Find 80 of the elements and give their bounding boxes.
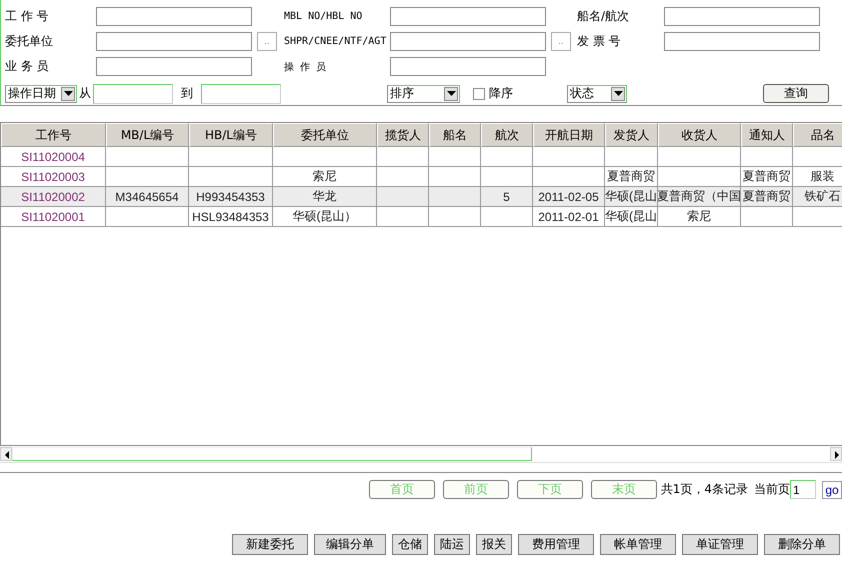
status-dropdown[interactable]: 状态 xyxy=(567,84,627,102)
field-label: 发 票 号 xyxy=(577,33,622,50)
action-button[interactable]: 单证管理 xyxy=(682,534,758,555)
action-button[interactable]: 帐单管理 xyxy=(600,534,676,555)
table-row[interactable]: SI11020001 HSL93484353 华硕(昆山） 2011-02-01 华硕(昆山 索尼 xyxy=(1,207,842,227)
column-header: 开航日期 xyxy=(533,123,605,147)
field-label: 业 务 员 xyxy=(5,58,50,75)
input-field[interactable] xyxy=(96,32,252,51)
column-header: 工作号 xyxy=(1,123,106,147)
table-cell: 华硕(昆山 xyxy=(605,208,657,225)
table-cell: 华硕(昆山 xyxy=(605,188,657,205)
table-cell: 夏普商贸 xyxy=(742,168,790,185)
table-cell: 夏普商贸 xyxy=(607,168,655,185)
table-cell: 铁矿石 xyxy=(804,188,840,205)
table-cell: SI11020003 xyxy=(21,170,85,184)
input-field[interactable] xyxy=(390,57,546,76)
date-to-field[interactable] xyxy=(201,84,281,104)
action-button[interactable]: 费用管理 xyxy=(518,534,594,555)
table-cell: 2011-02-01 xyxy=(538,210,599,224)
horizontal-scrollbar[interactable] xyxy=(0,446,842,463)
table-cell: SI11020004 xyxy=(21,150,85,164)
input-field[interactable] xyxy=(96,7,252,26)
input-field[interactable] xyxy=(664,7,820,26)
field-label: 工 作 号 xyxy=(5,8,50,25)
table-cell: H993454353 xyxy=(196,190,265,204)
field-label: SHPR/CNEE/NTF/AGT xyxy=(284,36,388,47)
checkbox[interactable] xyxy=(473,88,485,100)
table-cell: 索尼 xyxy=(687,208,711,225)
table-cell: M34645654 xyxy=(115,190,179,204)
column-header: 收货人 xyxy=(658,123,741,147)
field-label: 船名/航次 xyxy=(577,8,630,25)
table-cell: 华硕(昆山） xyxy=(292,208,356,225)
action-button[interactable]: 报关 xyxy=(476,534,512,555)
table-cell: 索尼 xyxy=(312,168,336,185)
input-field[interactable] xyxy=(390,32,546,51)
table-cell: 夏普商贸 xyxy=(742,188,790,205)
caret-icon xyxy=(446,91,456,96)
table-cell: SI11020001 xyxy=(21,210,85,224)
page-input[interactable]: 1 xyxy=(790,480,816,499)
input-field[interactable] xyxy=(390,7,546,26)
column-header: 航次 xyxy=(481,123,533,147)
field-label: 操 作 员 xyxy=(284,60,328,74)
scroll-right-icon[interactable] xyxy=(830,447,842,461)
input-field[interactable] xyxy=(96,57,252,76)
action-button[interactable]: 陆运 xyxy=(434,534,470,555)
table-cell: SI11020002 xyxy=(21,190,85,204)
table-cell: 2011-02-05 xyxy=(538,190,599,204)
table-row[interactable]: SI11020004 xyxy=(1,147,842,167)
action-button[interactable]: 编辑分单 xyxy=(314,534,386,555)
column-header: 发货人 xyxy=(605,123,658,147)
table-cell: HSL93484353 xyxy=(192,210,269,224)
table-cell: 5 xyxy=(503,190,510,204)
column-header: HB/L编号 xyxy=(189,123,273,147)
go-button[interactable]: go xyxy=(822,480,842,498)
table-cell: 华龙 xyxy=(312,188,336,205)
sort-dropdown[interactable]: 排序 xyxy=(387,84,460,102)
table-cell: 服装 xyxy=(810,168,834,185)
from-label: 从 xyxy=(79,85,91,102)
field-label: MBL NO/HBL NO xyxy=(284,11,364,22)
column-header: 船名 xyxy=(429,123,481,147)
column-header: 揽货人 xyxy=(377,123,429,147)
caret-icon xyxy=(64,91,72,96)
query-button[interactable]: 查询 xyxy=(763,84,829,103)
column-header: 品名 xyxy=(793,123,842,147)
scroll-left-icon[interactable] xyxy=(0,447,12,461)
action-button[interactable]: 删除分单 xyxy=(764,534,840,555)
column-header: MB/L编号 xyxy=(106,123,189,147)
field-label: 委托单位 xyxy=(5,33,54,50)
checkbox-label: 降序 xyxy=(489,85,513,102)
date-from-field[interactable] xyxy=(93,84,173,104)
column-header: 委托单位 xyxy=(273,123,377,147)
action-button[interactable]: 新建委托 xyxy=(232,534,308,555)
column-header: 通知人 xyxy=(741,123,793,147)
input-field[interactable] xyxy=(664,32,820,51)
caret-icon xyxy=(614,91,622,96)
record-summary: 共1页，4条记录 xyxy=(660,481,748,498)
date-dropdown[interactable]: 操作日期 xyxy=(5,84,77,102)
current-page-label: 当前页 xyxy=(754,481,790,498)
to-label: 到 xyxy=(181,85,193,102)
action-button[interactable]: 仓储 xyxy=(392,534,428,555)
